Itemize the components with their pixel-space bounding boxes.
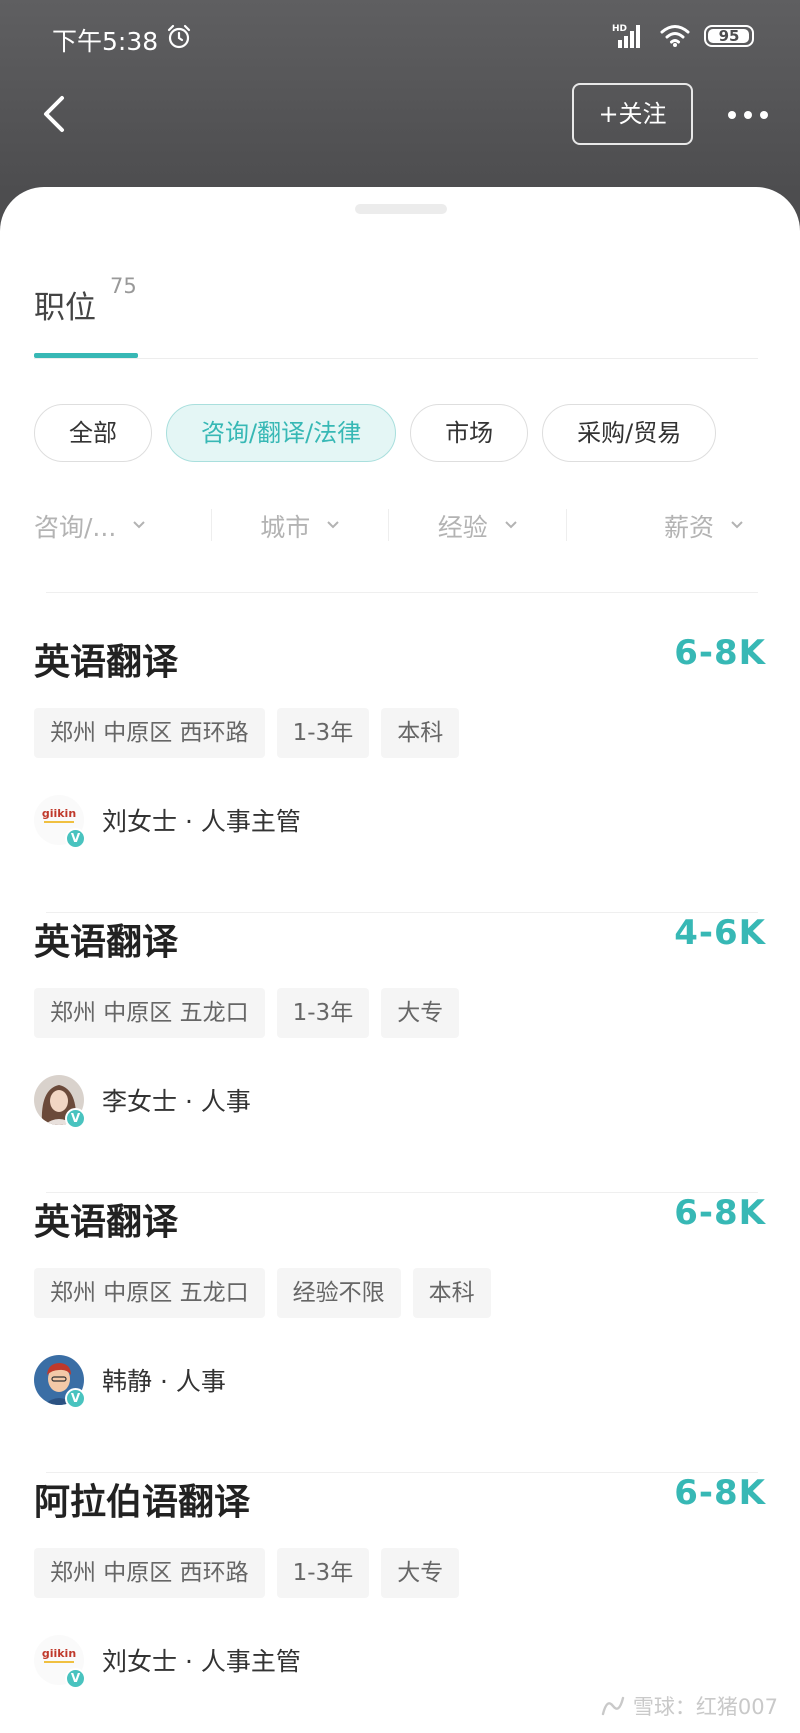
job-salary: 6-8K (674, 1193, 766, 1233)
job-title: 英语翻译 (34, 642, 179, 683)
tab-label: 职位 (34, 290, 96, 326)
battery-indicator: 95 (704, 25, 754, 47)
job-tags: 郑州 中原区 西环路 1-3年 大专 (34, 1548, 460, 1598)
tag-location: 郑州 中原区 五龙口 (34, 988, 265, 1038)
xueqiu-logo-icon (601, 1696, 625, 1716)
filter-salary[interactable]: 薪资 (567, 491, 759, 561)
drag-handle[interactable] (355, 204, 447, 214)
status-time: 下午5:38 (52, 27, 159, 56)
tab-divider (34, 358, 758, 359)
tag-education: 本科 (381, 708, 460, 758)
tag-experience: 1-3年 (276, 708, 370, 758)
tag-education: 本科 (412, 1268, 491, 1318)
category-chips: 全部 咨询/翻译/法律 市场 采购/贸易 (34, 404, 800, 464)
verified-badge: V (65, 1108, 86, 1129)
chip-consulting-translation-law[interactable]: 咨询/翻译/法律 (166, 404, 397, 462)
watermark-text: 雪球：红猪007 (632, 1695, 778, 1719)
job-title: 英语翻译 (34, 1202, 179, 1243)
tab-positions[interactable]: 职位 75 (34, 274, 137, 342)
filter-city[interactable]: 城市 (212, 491, 389, 561)
filter-category[interactable]: 咨询/... (34, 491, 212, 561)
watermark: 雪球：红猪007 (599, 1691, 778, 1721)
recruiter: V 韩静 · 人事 (34, 1355, 226, 1409)
filter-divider (46, 592, 758, 593)
filter-experience[interactable]: 经验 (389, 491, 567, 561)
job-title: 英语翻译 (34, 922, 179, 963)
follow-button[interactable]: +关注 (572, 83, 693, 145)
job-salary: 4-6K (674, 913, 766, 953)
content-sheet: 职位 75 全部咨询/翻译/法律市场采购/贸易 咨询/... 城市 经验 (0, 187, 800, 1733)
verified-badge: V (65, 1668, 86, 1689)
recruiter-name: 李女士 · 人事 (102, 1087, 251, 1116)
status-bar: 下午5:38 HD 95 (0, 0, 800, 76)
chevron-down-icon (505, 521, 517, 529)
avatar: giikin V (34, 795, 86, 849)
chevron-down-icon (133, 521, 145, 529)
alarm-icon (167, 24, 191, 49)
tag-experience: 1-3年 (276, 988, 370, 1038)
chevron-down-icon (327, 521, 339, 529)
filter-bar: 咨询/... 城市 经验 薪资 (34, 491, 758, 561)
avatar-logo-text: giikin (42, 807, 76, 820)
tag-location: 郑州 中原区 五龙口 (34, 1268, 265, 1318)
job-list-screen: 下午5:38 HD 95 +关注 职位 75 全部 咨询/翻译/法律 市场 采购… (0, 0, 800, 1733)
verified-badge: V (65, 828, 86, 849)
recruiter: giikin V 刘女士 · 人事主管 (34, 795, 301, 849)
tag-experience: 1-3年 (276, 1548, 370, 1598)
avatar: V (34, 1355, 86, 1409)
recruiter: V 李女士 · 人事 (34, 1075, 251, 1129)
job-salary: 6-8K (674, 1473, 766, 1513)
filter-experience-label: 经验 (437, 513, 488, 542)
filter-city-label: 城市 (260, 513, 311, 542)
recruiter: giikin V 刘女士 · 人事主管 (34, 1635, 301, 1689)
status-indicators: HD 95 (612, 22, 754, 50)
chip-all[interactable]: 全部 (34, 404, 152, 462)
wifi-icon (660, 25, 690, 47)
tag-location: 郑州 中原区 西环路 (34, 1548, 265, 1598)
job-card[interactable]: 英语翻译 6-8K 郑州 中原区 五龙口 经验不限 本科 V 韩静 · 人事 (0, 1193, 800, 1473)
recruiter-name: 刘女士 · 人事主管 (102, 807, 301, 836)
tag-experience: 经验不限 (276, 1268, 401, 1318)
job-tags: 郑州 中原区 西环路 1-3年 本科 (34, 708, 460, 758)
chip-marketing[interactable]: 市场 (410, 404, 529, 462)
recruiter-name: 韩静 · 人事 (102, 1367, 226, 1396)
job-tags: 郑州 中原区 五龙口 经验不限 本科 (34, 1268, 491, 1318)
job-title: 阿拉伯语翻译 (34, 1482, 251, 1523)
job-card[interactable]: 英语翻译 4-6K 郑州 中原区 五龙口 1-3年 大专 V 李女士 · 人事 (0, 913, 800, 1193)
tag-education: 大专 (381, 988, 460, 1038)
cell-signal-icon: HD (612, 24, 640, 48)
avatar-logo-text: giikin (42, 1647, 76, 1660)
avatar: giikin V (34, 1635, 86, 1689)
filter-category-label: 咨询/... (34, 513, 117, 542)
avatar: V (34, 1075, 86, 1129)
back-arrow-icon[interactable] (36, 92, 76, 136)
network-hd-label: HD (612, 24, 627, 34)
more-options-icon[interactable] (728, 100, 768, 130)
chevron-down-icon (731, 521, 743, 529)
filter-salary-label: 薪资 (663, 513, 714, 542)
job-card[interactable]: 英语翻译 6-8K 郑州 中原区 西环路 1-3年 本科 giikin V 刘女… (0, 633, 800, 913)
tag-location: 郑州 中原区 西环路 (34, 708, 265, 758)
chip-purchasing-trade[interactable]: 采购/贸易 (542, 404, 717, 462)
battery-level: 95 (718, 27, 740, 45)
job-salary: 6-8K (674, 633, 766, 673)
recruiter-name: 刘女士 · 人事主管 (102, 1647, 301, 1676)
tab-count: 75 (110, 274, 137, 298)
verified-badge: V (65, 1388, 86, 1409)
job-tags: 郑州 中原区 五龙口 1-3年 大专 (34, 988, 460, 1038)
tag-education: 大专 (381, 1548, 460, 1598)
